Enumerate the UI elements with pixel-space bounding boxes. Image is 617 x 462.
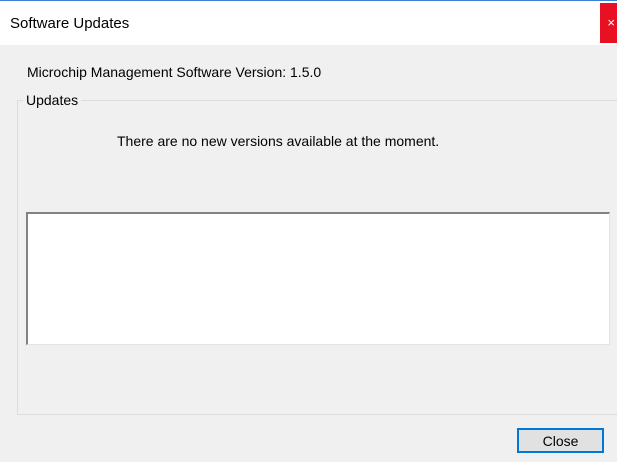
version-label: Microchip Management Software Version: 1…	[27, 64, 322, 80]
update-status-message: There are no new versions available at t…	[117, 133, 440, 149]
release-notes-textbox[interactable]	[26, 212, 610, 345]
close-icon[interactable]: ×	[600, 3, 617, 43]
updates-group-label: Updates	[23, 92, 82, 108]
close-button[interactable]: Close	[517, 428, 604, 453]
software-updates-window: Software Updates × Microchip Management …	[0, 0, 617, 462]
window-title: Software Updates	[10, 15, 130, 32]
title-bar: Software Updates ×	[0, 0, 617, 45]
